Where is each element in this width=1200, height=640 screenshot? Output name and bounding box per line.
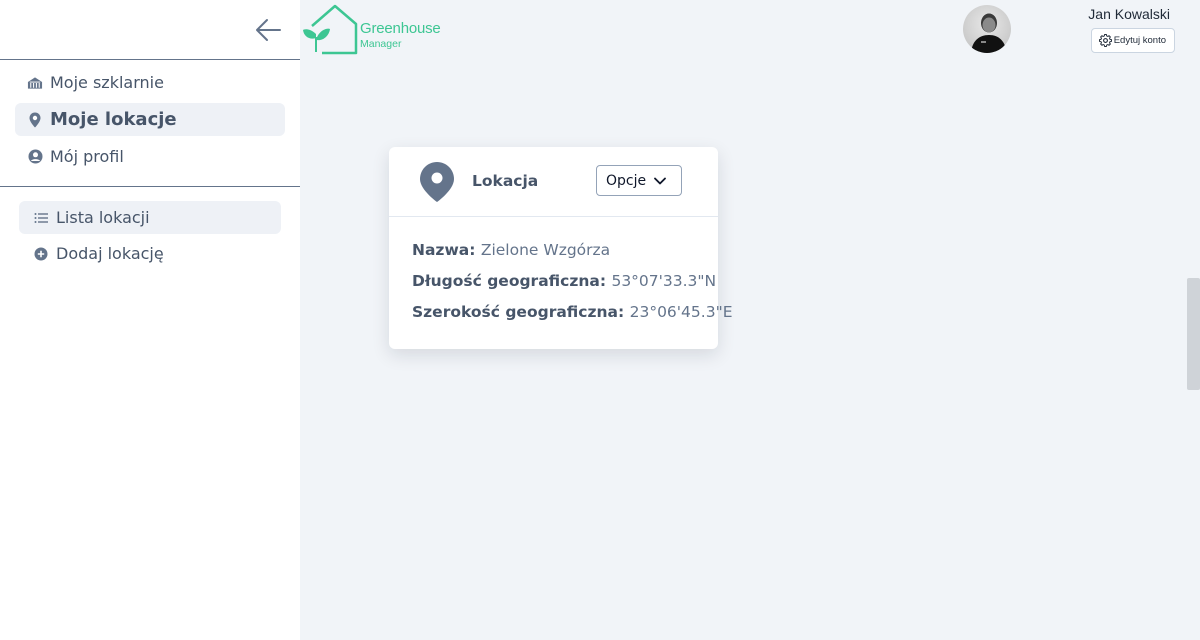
greenhouse-logo-icon [303,4,358,55]
field-label: Nazwa: [412,241,481,259]
field-value: 53°07'33.3"N [611,272,717,290]
field-value: Zielone Wzgórza [480,241,611,259]
sidebar-header [0,0,300,60]
sidebar-item-label: Mój profil [50,147,124,166]
field-latitude: Szerokość geograficzna: 23°06'45.3"E [412,303,733,321]
sidebar-item-label: Moje szklarnie [50,73,164,92]
logo-title: Greenhouse [360,20,441,37]
map-pin-icon [27,112,43,128]
logo-subtitle: Manager [360,38,402,50]
gear-icon [1098,34,1112,47]
greenhouse-icon [27,75,43,91]
user-name: Jan Kowalski [1088,6,1170,22]
sidebar-item-location-list[interactable]: Lista lokacji [19,201,281,234]
sidebar-item-greenhouses[interactable]: Moje szklarnie [15,66,285,99]
scrollbar-thumb[interactable] [1187,278,1200,390]
user-circle-icon [27,149,43,165]
sidebar-item-label: Moje lokacje [50,109,177,130]
main-nav: Moje szklarnie Moje lokacje Mój profil [0,60,300,187]
sidebar-item-locations[interactable]: Moje lokacje [15,103,285,136]
sidebar-item-profile[interactable]: Mój profil [15,140,285,173]
sidebar: Moje szklarnie Moje lokacje Mój profil L… [0,0,300,640]
card-header: Lokacja Opcje [389,147,718,217]
app-logo[interactable]: Greenhouse Manager [302,4,442,56]
user-menu: Jan Kowalski Edytuj konto [963,5,1175,55]
options-label: Opcje [606,172,647,189]
field-name: Nazwa: Zielone Wzgórza [412,241,695,259]
options-dropdown[interactable]: Opcje [596,165,682,196]
arrow-left-icon [256,19,281,41]
edit-account-label: Edytuj konto [1113,35,1166,46]
location-card: Lokacja Opcje Nazwa: Zielone Wzgórza Dłu… [389,147,733,349]
card-body: Nazwa: Zielone Wzgórza Długość geografic… [389,217,733,321]
field-label: Długość geograficzna: [412,272,612,290]
list-icon [33,210,49,226]
edit-account-button[interactable]: Edytuj konto [1090,28,1175,53]
avatar[interactable] [963,5,1011,53]
field-label: Szerokość geograficzna: [412,303,630,321]
sub-nav: Lista lokacji Dodaj lokację [0,187,300,270]
plus-circle-icon [33,246,49,262]
collapse-sidebar-button[interactable] [250,12,286,48]
sidebar-item-label: Dodaj lokację [56,244,164,263]
field-value: 23°06'45.3"E [629,303,733,321]
chevron-down-icon [654,177,667,185]
field-longitude: Długość geograficzna: 53°07'33.3"N [412,272,716,290]
sidebar-item-label: Lista lokacji [56,208,150,227]
map-pin-icon [419,161,455,207]
card-title: Lokacja [472,172,539,190]
sidebar-item-add-location[interactable]: Dodaj lokację [19,237,281,270]
